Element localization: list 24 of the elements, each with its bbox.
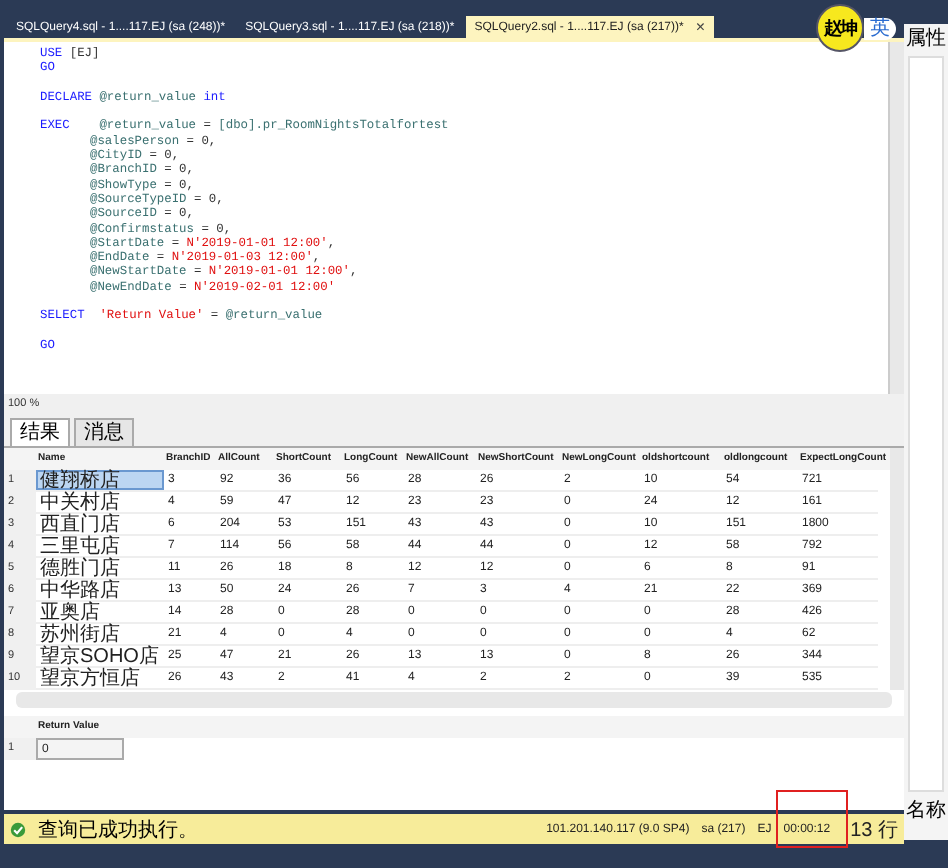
result-tab[interactable]: 消息 [74, 418, 134, 446]
panel-title: 属性 [904, 25, 948, 52]
success-check-icon [10, 821, 26, 837]
table-cell: 三里屯店 [36, 536, 164, 558]
row-count: 13 行 [850, 817, 898, 843]
table-cell: 德胜门店 [36, 558, 164, 580]
table-cell: 中华路店 [36, 580, 164, 602]
table-cell: 望京方恒店 [36, 668, 164, 690]
input-mode-indicator[interactable]: 英 [864, 18, 896, 40]
table-cell: 苏州街店 [36, 624, 164, 646]
property-label: 名称 [904, 798, 948, 826]
table-cell: 健翔桥店 [36, 470, 164, 492]
table-cell: 中关村店 [36, 492, 164, 514]
code-editor[interactable] [4, 38, 904, 394]
table-cell: 亚奥店 [36, 602, 164, 624]
table-cell: 西直门店 [36, 514, 164, 536]
vertical-scrollbar[interactable] [890, 448, 904, 690]
result-tab[interactable]: 结果 [10, 418, 70, 446]
ime-badge[interactable]: 赵坤 [816, 4, 864, 52]
highlight-rectangle [776, 790, 848, 848]
vertical-scrollbar[interactable] [888, 42, 904, 394]
status-message: 查询已成功执行。 [38, 817, 198, 843]
close-button[interactable]: × [695, 18, 705, 36]
table-cell: 望京SOHO店 [36, 646, 164, 668]
